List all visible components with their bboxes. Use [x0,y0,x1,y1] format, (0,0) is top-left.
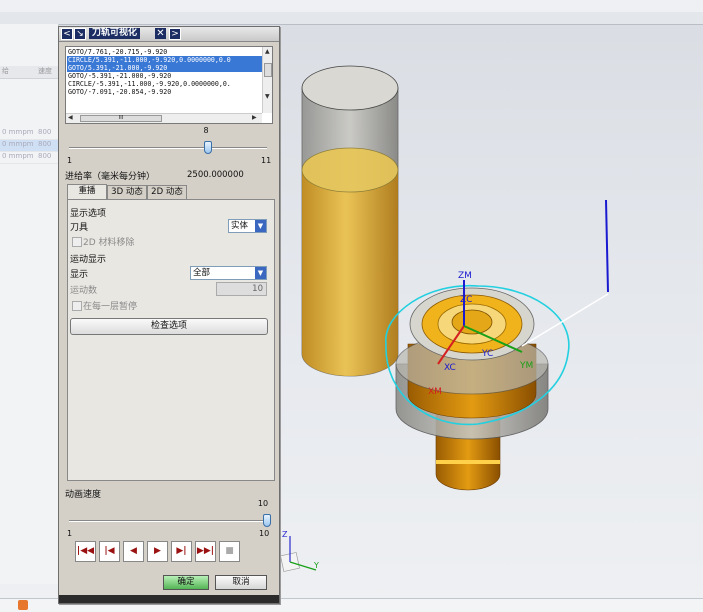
svg-text:ZM: ZM [458,271,472,281]
playback-controls: |◀◀ |◀ ◀ ▶ ▶| ▶▶| ■ [75,541,265,563]
listing-line[interactable]: GOTO/-5.391,-21.000,-9.920 [67,72,262,80]
scroll-down-icon[interactable]: ▼ [265,93,270,101]
step-forward-icon[interactable]: ▶| [171,541,192,562]
listing-hscrollbar[interactable]: ◀ III ▶ [66,113,262,123]
svg-text:ZC: ZC [460,295,472,305]
tab-3d-dynamic[interactable]: 3D 动态 [107,185,147,199]
navigator-table: 给 速度 0 mmpm 800 0 mmpm 800 0 mmpm 800 [0,24,59,584]
toolpath-visualization-dialog: < ↘ 刀轨可视化 ✕ > GOTO/7.761,-20.715,-9.920 … [58,26,280,604]
step-back-icon[interactable]: |◀ [99,541,120,562]
header-speed: 速度 [38,67,52,75]
pin-icon[interactable]: ↘ [74,28,86,40]
svg-text:YM: YM [519,361,533,371]
svg-text:Z: Z [282,530,288,539]
stop-icon[interactable]: ■ [219,541,240,562]
feed-rate-value: 2500.000000 [187,170,244,180]
pause-each-level-label: 在每一层暂停 [83,302,138,312]
speed-slider-value: 10 [257,499,269,508]
stock-cylinder [301,65,399,377]
table-row[interactable]: 0 mmpm 800 [0,152,58,164]
step-slider-thumb[interactable] [203,141,212,154]
tab-2d-dynamic[interactable]: 2D 动态 [147,185,187,199]
display-options-heading: 显示选项 [70,209,107,219]
dialog-titlebar: < ↘ 刀轨可视化 ✕ > [59,27,279,42]
dialog-title: 刀轨可视化 [89,28,141,39]
ok-button[interactable]: 确定 [163,575,209,590]
speed-cell: 800 [38,128,52,136]
navigator-header: 给 速度 [0,66,58,79]
feed-cell: 0 mmpm [2,152,34,160]
feed-rate-label: 进给率（毫米每分钟） [65,172,156,182]
step-slider-value: 8 [203,126,209,135]
speed-cell: 800 [38,140,52,148]
speed-cell: 800 [38,152,52,160]
hscroll-thumb[interactable]: III [80,115,162,122]
scroll-thumb[interactable] [264,63,272,77]
tool-display-value: 实体 [231,221,249,231]
svg-text:XM: XM [428,387,442,397]
chevron-down-icon[interactable]: ▼ [255,267,266,279]
svg-text:YC: YC [481,349,493,359]
app-icon[interactable] [18,600,28,610]
feed-cell: 0 mmpm [2,128,34,136]
motion-count-label: 运动数 [70,286,98,296]
speed-slider-max: 10 [259,529,270,538]
motion-display-heading: 运动显示 [70,255,107,265]
svg-text:XC: XC [444,363,456,373]
listing-line[interactable]: GOTO/5.391,-21.000,-9.920 [67,64,262,72]
prev-dialog-button[interactable]: < [61,28,73,40]
listing-vscrollbar[interactable]: ▲ ▼ [262,47,272,113]
header-feed: 给 [2,67,9,75]
tool-axis-line [605,199,609,293]
next-dialog-button[interactable]: > [169,28,181,40]
engage-line [521,293,609,347]
mode-tabs: 重播 3D 动态 2D 动态 [67,184,273,199]
svg-text:Y: Y [313,561,319,570]
replay-tab-panel: 显示选项 刀具 实体 ▼ 2D 材料移除 运动显示 显示 全部 ▼ 运动数 10… [67,199,275,481]
listing-line[interactable]: CIRCLE/-5.391,-11.000,-9.920,0.0000000,0… [67,80,262,88]
listing-line[interactable]: GOTO/-7.091,-20.854,-9.920 [67,88,262,96]
fast-forward-to-end-icon[interactable]: ▶▶| [195,541,216,562]
chevron-down-icon[interactable]: ▼ [255,220,266,232]
scroll-up-icon[interactable]: ▲ [265,48,270,56]
play-forward-icon[interactable]: ▶ [147,541,168,562]
animation-speed-label: 动画速度 [65,490,102,500]
material-removal-label: 2D 材料移除 [83,238,135,248]
table-row[interactable]: 0 mmpm 800 [0,140,58,152]
feed-cell: 0 mmpm [2,140,34,148]
scroll-right-icon[interactable]: ▶ [252,114,257,122]
scroll-left-icon[interactable]: ◀ [68,114,73,122]
play-backward-icon[interactable]: ◀ [123,541,144,562]
tool-display-select[interactable]: 实体 ▼ [228,219,267,233]
speed-slider-min: 1 [67,529,73,538]
view-triad-icon: Z Y [280,530,319,572]
check-options-button[interactable]: 检查选项 [70,318,268,335]
step-slider-max: 11 [261,156,272,165]
tool-label: 刀具 [70,223,89,233]
step-slider-min: 1 [67,156,73,165]
dialog-footer-strip [59,595,279,603]
close-button[interactable]: ✕ [155,28,166,39]
toolpath-scene[interactable]: ZM ZC YC XC YM XM Z Y [278,24,698,598]
table-row[interactable]: 0 mmpm 800 [0,128,58,140]
material-removal-checkbox[interactable] [72,237,82,247]
listing-line[interactable]: GOTO/7.761,-20.715,-9.920 [67,48,262,56]
display-label: 显示 [70,270,89,280]
pause-each-level-checkbox[interactable] [72,301,82,311]
speed-slider-track[interactable] [69,520,267,522]
motion-count-field[interactable]: 10 [216,282,267,296]
tab-replay[interactable]: 重播 [67,184,107,199]
rewind-to-start-icon[interactable]: |◀◀ [75,541,96,562]
motion-display-value: 全部 [193,268,211,278]
cancel-button[interactable]: 取消 [215,575,267,590]
listing-line[interactable]: CIRCLE/5.391,-11.000,-9.920,0.0000000,0.… [67,56,262,64]
motion-display-select[interactable]: 全部 ▼ [190,266,267,280]
toolpath-listing[interactable]: GOTO/7.761,-20.715,-9.920 CIRCLE/5.391,-… [65,46,273,124]
speed-slider-thumb[interactable] [263,514,271,527]
step-slider-track[interactable] [69,147,267,149]
